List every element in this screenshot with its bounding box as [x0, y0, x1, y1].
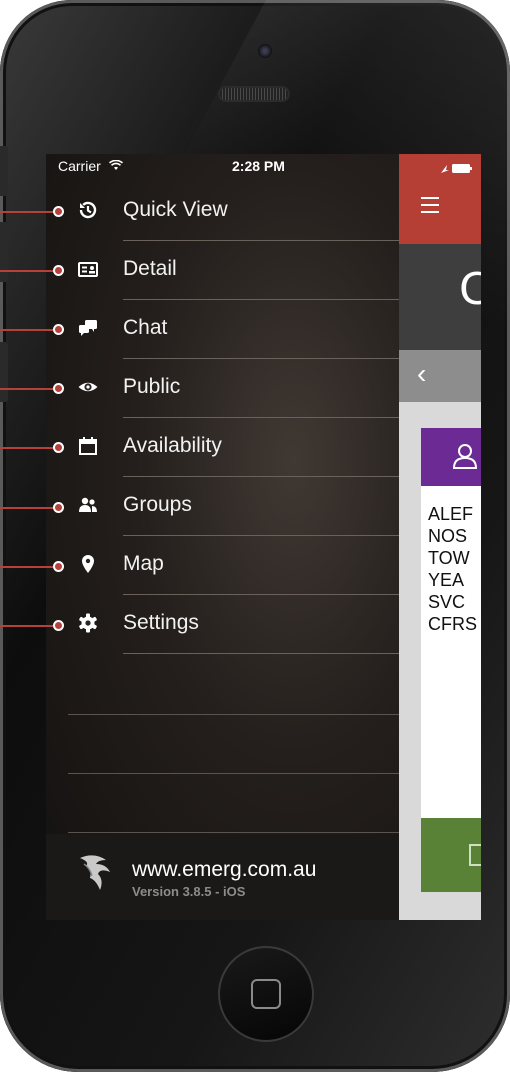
wifi-icon	[108, 158, 123, 174]
history-icon	[76, 199, 100, 223]
menu-item-groups[interactable]: Groups	[46, 477, 399, 536]
menu-item-public[interactable]: Public	[46, 359, 399, 418]
phone-screen: Carrier 2:28 PM Quick View Detail Chat P…	[46, 154, 481, 920]
callout-line	[0, 502, 64, 513]
status-carrier: Carrier	[58, 158, 123, 174]
callout-line	[0, 620, 64, 631]
callout-line	[0, 206, 64, 217]
menu-item-settings[interactable]: Settings	[46, 595, 399, 654]
menu-item-label: Map	[123, 552, 164, 575]
volume-down-button	[0, 342, 8, 402]
menu-divider	[123, 653, 399, 654]
big-counter-glyph: C	[459, 264, 481, 315]
menu-divider	[68, 832, 399, 833]
id-card-icon	[76, 258, 100, 282]
menu-divider	[68, 714, 399, 715]
carrier-label: Carrier	[58, 158, 101, 174]
menu-item-label: Detail	[123, 257, 177, 280]
menu-item-map[interactable]: Map	[46, 536, 399, 595]
alert-card-header	[421, 428, 481, 486]
callout-line	[0, 442, 64, 453]
side-menu: Carrier 2:28 PM Quick View Detail Chat P…	[46, 154, 399, 920]
callout-line	[0, 324, 64, 335]
status-time: 2:28 PM	[232, 158, 285, 174]
menu-item-label: Public	[123, 375, 181, 398]
person-icon	[452, 444, 478, 469]
speaker-icon	[469, 844, 481, 866]
calendar-icon	[76, 435, 100, 459]
callout-line	[0, 561, 64, 572]
version-label: Version 3.8.5 - iOS	[132, 884, 246, 899]
app-content-peek: C ‹ ALEF NOS TOW YEA SVC CFRS	[399, 154, 481, 920]
eye-icon	[76, 376, 100, 400]
chevron-left-icon[interactable]: ‹	[417, 358, 426, 390]
menu-divider	[68, 773, 399, 774]
menu-item-availability[interactable]: Availability	[46, 418, 399, 477]
acknowledge-bar[interactable]	[421, 818, 481, 892]
alert-text: ALEF NOS TOW YEA SVC CFRS	[428, 504, 477, 634]
callout-line	[0, 383, 64, 394]
menu-item-quick-view[interactable]: Quick View	[46, 182, 399, 241]
chat-icon	[76, 317, 100, 341]
back-nav-bar	[399, 350, 481, 402]
menu-item-label: Chat	[123, 316, 168, 339]
map-pin-icon	[76, 553, 100, 577]
menu-item-chat[interactable]: Chat	[46, 300, 399, 359]
hamburger-menu-icon[interactable]	[421, 197, 439, 218]
users-icon	[76, 494, 100, 518]
emerg-logo	[76, 850, 116, 894]
front-camera	[258, 44, 272, 58]
volume-up-button	[0, 222, 8, 282]
menu-item-label: Groups	[123, 493, 192, 516]
mute-switch	[0, 146, 8, 196]
menu-item-detail[interactable]: Detail	[46, 241, 399, 300]
home-button[interactable]	[218, 946, 314, 1042]
gear-icon	[76, 612, 100, 636]
footer-url[interactable]: www.emerg.com.au	[132, 858, 316, 882]
menu-item-label: Availability	[123, 434, 222, 457]
menu-item-label: Quick View	[123, 198, 228, 221]
callout-line	[0, 265, 64, 276]
menu-item-label: Settings	[123, 611, 199, 634]
battery-icon	[439, 162, 472, 173]
earpiece-speaker	[220, 88, 288, 100]
app-top-bar	[399, 154, 481, 244]
menu-footer: www.emerg.com.au Version 3.8.5 - iOS	[46, 834, 399, 920]
